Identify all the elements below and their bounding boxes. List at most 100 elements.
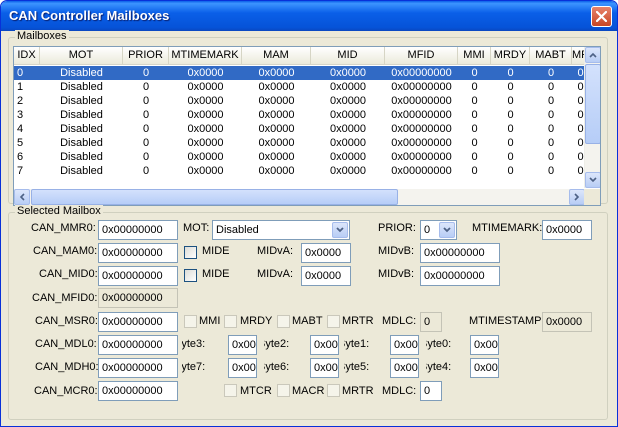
byte6-field[interactable]: 0x00	[310, 358, 339, 378]
list-vertical-scrollbar[interactable]	[584, 47, 600, 188]
msr-field[interactable]: 0x00000000	[98, 312, 178, 332]
mmi-checkbox[interactable]	[184, 315, 197, 328]
table-row[interactable]: 1 Disabled 0 0x0000 0x0000 0x0000 0x00000000 0 0…	[14, 80, 589, 94]
byte3-field[interactable]: 0x00	[228, 335, 257, 355]
table-row[interactable]: 6 Disabled 0 0x0000 0x0000 0x0000 0x00000000 0 0…	[14, 150, 589, 164]
table-cell: 0	[547, 95, 555, 107]
table-cell: 0	[142, 151, 150, 163]
prior-dropdown-button[interactable]	[439, 222, 455, 238]
mfid-label: CAN_MFID0:	[32, 292, 98, 304]
chevron-down-icon	[443, 227, 451, 233]
column-header[interactable]: MOT	[40, 47, 123, 65]
byte7-field[interactable]: 0x00	[228, 358, 257, 378]
column-header[interactable]: PRIOR	[123, 47, 169, 65]
mcr-mrtr-label: MRTR	[342, 385, 374, 397]
mtcr-label: MTCR	[240, 385, 272, 397]
vertical-scroll-thumb[interactable]	[585, 64, 600, 144]
mdh-label: CAN_MDH0:	[35, 361, 99, 373]
close-button[interactable]	[591, 6, 612, 27]
table-cell: 2	[17, 95, 24, 107]
mailboxes-list-body: 0 Disabled 0 0x0000 0x0000 0x0000 0x0000 0 0 0 0 0 0…	[14, 66, 589, 178]
mabt-checkbox[interactable]	[277, 315, 290, 328]
column-header[interactable]: IDX	[14, 47, 40, 65]
mtimemark-field[interactable]: 0x0000	[542, 220, 592, 240]
mam-midva-field[interactable]: 0x0000	[301, 243, 351, 263]
byte5-field[interactable]: 0x00	[390, 358, 419, 378]
table-row[interactable]: 0 Disabled 0 0x0000 0x0000 0x0000 0x00000000 0 0…	[14, 66, 589, 80]
scroll-up-button[interactable]	[585, 47, 600, 63]
table-cell: 0	[142, 109, 150, 121]
mdl-field[interactable]: 0x00000000	[98, 335, 178, 355]
byte0-field[interactable]: 0x00	[470, 335, 499, 355]
table-cell: 0x0000	[258, 137, 295, 149]
prior-label: PRIOR:	[378, 222, 416, 234]
table-cell: 0	[142, 95, 150, 107]
mid-field[interactable]: 0x00000000	[98, 266, 178, 286]
column-header[interactable]: MRDY	[491, 47, 530, 65]
mam-mide-checkbox[interactable]	[184, 246, 197, 259]
mailboxes-group: Mailboxes IDX MOT PRIOR MTIMEMARK MAM MID MFID…	[8, 30, 608, 206]
mmr-label: CAN_MMR0:	[31, 222, 96, 234]
chevron-left-icon	[19, 193, 25, 201]
table-cell: 0	[471, 123, 478, 135]
window-title: CAN Controller Mailboxes	[9, 8, 170, 23]
mid-midva-field[interactable]: 0x0000	[301, 266, 351, 286]
table-cell: 0x0000	[329, 109, 367, 121]
table-row[interactable]: 4 Disabled 0 0x0000 0x0000 0x0000 0x00000000 0 0…	[14, 122, 589, 136]
column-header[interactable]: MMI	[458, 47, 491, 65]
mcr-mrtr-checkbox[interactable]	[327, 384, 340, 397]
msr-mrtr-checkbox[interactable]	[327, 315, 340, 328]
column-header[interactable]: MAM	[242, 47, 311, 65]
table-cell: 0	[471, 137, 478, 149]
column-header[interactable]: MFID	[385, 47, 458, 65]
mam-midvb-field[interactable]: 0x00000000	[420, 243, 500, 263]
column-header[interactable]: MTIMEMARK	[169, 47, 242, 65]
table-row[interactable]: 3 Disabled 0 0x0000 0x0000 0x0000 0x00000000 0 0…	[14, 108, 589, 122]
mailboxes-list[interactable]: IDX MOT PRIOR MTIMEMARK MAM MID MFID MMI MRDY MAB…	[13, 46, 601, 206]
table-cell: 0x0000	[187, 123, 224, 135]
table-cell: 0x0000	[187, 165, 224, 177]
mdh-field[interactable]: 0x00000000	[98, 358, 178, 378]
table-cell: 0x0000	[329, 67, 367, 79]
table-cell: Disabled	[60, 165, 103, 177]
list-horizontal-scrollbar[interactable]	[14, 189, 585, 205]
mot-dropdown-button[interactable]	[332, 222, 348, 238]
table-cell: Disabled	[60, 109, 103, 121]
scroll-down-button[interactable]	[585, 172, 600, 188]
byte0-group: Byte0:	[426, 335, 464, 357]
mid-midvb-field[interactable]: 0x00000000	[420, 266, 500, 286]
mcr-mdlc-field[interactable]: 0	[420, 381, 442, 401]
mrdy-checkbox[interactable]	[224, 315, 237, 328]
mot-select[interactable]: Disabled	[212, 220, 350, 240]
mid-mide-checkbox[interactable]	[184, 269, 197, 282]
table-cell: 0x0000	[329, 95, 367, 107]
table-row[interactable]: 5 Disabled 0 0x0000 0x0000 0x0000 0x00000000 0 0…	[14, 136, 589, 150]
table-row[interactable]: 7 Disabled 0 0x0000 0x0000 0x0000 0x00000000 0 0…	[14, 164, 589, 178]
mmr-field[interactable]: 0x00000000	[98, 220, 178, 240]
table-cell: 0	[142, 67, 150, 79]
table-cell: 0x0000	[258, 67, 295, 79]
column-header[interactable]: MABT	[530, 47, 572, 65]
prior-select[interactable]: 0	[420, 220, 457, 240]
table-cell: 0x0000	[187, 109, 224, 121]
byte1-field[interactable]: 0x00	[390, 335, 419, 355]
table-cell: 0x0000	[329, 151, 367, 163]
horizontal-scroll-thumb[interactable]	[31, 189, 398, 205]
mcr-field[interactable]: 0x00000000	[98, 381, 178, 401]
mam-field[interactable]: 0x00000000	[98, 243, 178, 263]
byte4-field[interactable]: 0x00	[470, 358, 499, 378]
byte3-group: Byte3:	[182, 335, 227, 357]
byte2-field[interactable]: 0x00	[310, 335, 339, 355]
table-cell: 0	[507, 151, 514, 163]
mcr-label: CAN_MCR0:	[34, 385, 98, 397]
column-header[interactable]: MID	[311, 47, 385, 65]
chevron-down-icon	[336, 227, 344, 233]
title-bar[interactable]: CAN Controller Mailboxes	[1, 1, 617, 31]
table-cell: Disabled	[60, 151, 103, 163]
macr-checkbox[interactable]	[277, 384, 290, 397]
mtcr-checkbox[interactable]	[224, 384, 237, 397]
scroll-left-button[interactable]	[14, 189, 30, 205]
scroll-right-button[interactable]	[569, 189, 585, 205]
table-row[interactable]: 2 Disabled 0 0x0000 0x0000 0x0000 0x00000000 0 0…	[14, 94, 589, 108]
mabt-label: MABT	[292, 315, 323, 327]
